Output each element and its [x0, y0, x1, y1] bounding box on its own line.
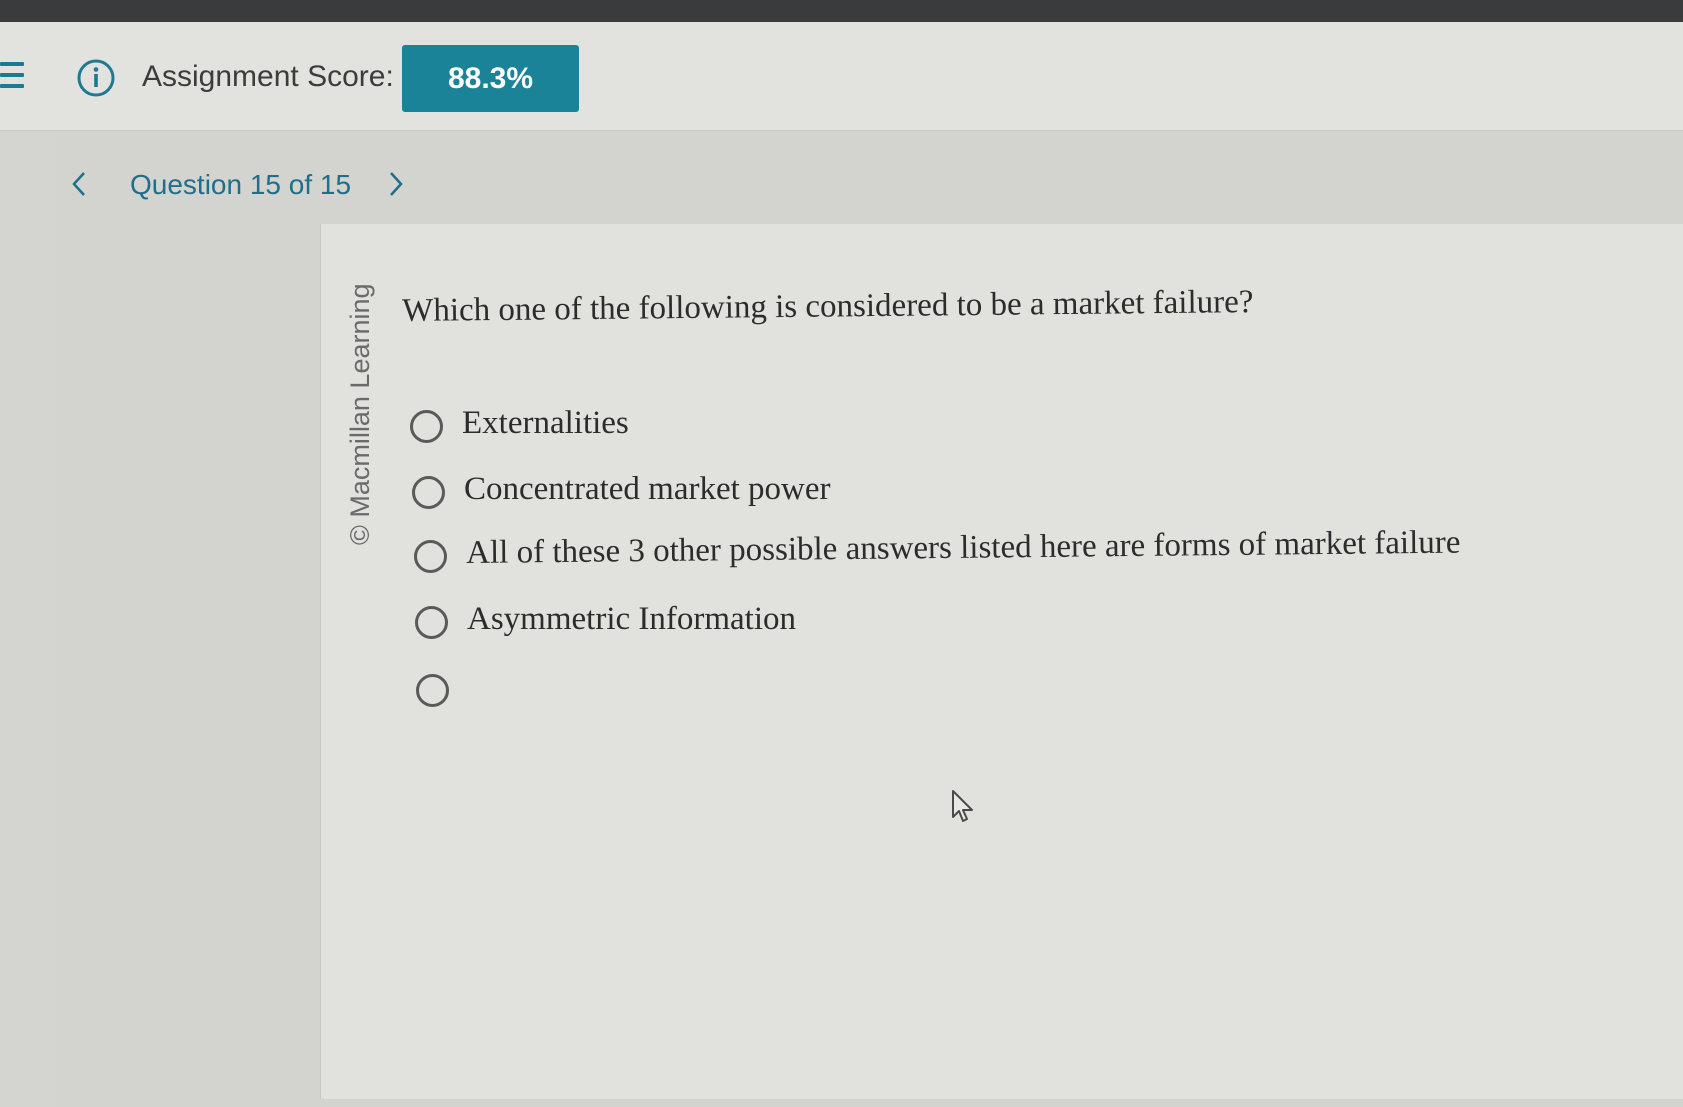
hamburger-icon[interactable] — [0, 62, 26, 94]
radio-button[interactable] — [410, 410, 443, 443]
chevron-right-icon[interactable] — [387, 170, 405, 203]
answer-option-label[interactable]: Asymmetric Information — [467, 601, 796, 638]
info-icon[interactable] — [76, 58, 116, 103]
mouse-cursor-icon — [951, 789, 977, 830]
copyright-label: © Macmillan Learning — [345, 283, 375, 545]
answer-option-label[interactable]: Externalities — [462, 405, 629, 442]
radio-button[interactable] — [414, 540, 447, 573]
top-edge — [0, 0, 1683, 22]
radio-button[interactable] — [412, 476, 445, 509]
radio-button[interactable] — [416, 674, 449, 707]
assignment-score-badge[interactable]: 88.3% — [402, 45, 579, 112]
chevron-left-icon[interactable] — [70, 170, 88, 203]
assignment-score-label: Assignment Score: — [142, 60, 394, 93]
question-card — [320, 224, 1683, 1099]
question-position-label: Question 15 of 15 — [130, 169, 352, 200]
radio-button[interactable] — [415, 606, 448, 639]
answer-option-label[interactable]: Concentrated market power — [464, 471, 831, 508]
